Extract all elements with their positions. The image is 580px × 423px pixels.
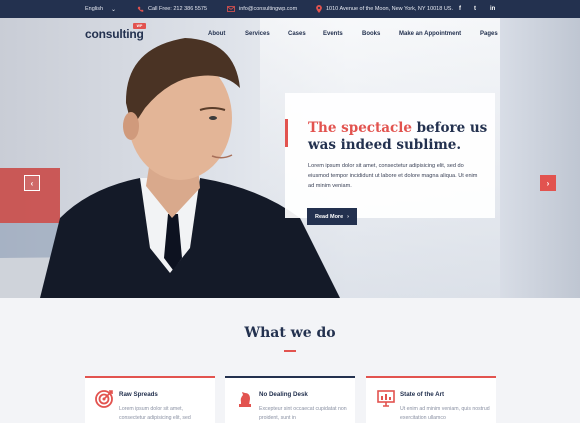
hero-caption-card: The spectacle before us was indeed subli… [285, 93, 495, 218]
facebook-icon: f [459, 6, 461, 12]
section-title-underline [284, 350, 296, 352]
email-text: info@consultingwp.com [239, 6, 298, 12]
logo-badge: WP [133, 23, 146, 29]
address-text: 1010 Avenue of the Moon, New York, NY 10… [326, 6, 453, 12]
linkedin-link[interactable]: in [490, 0, 495, 18]
read-more-button[interactable]: Read More › [307, 208, 357, 225]
feature-title: No Dealing Desk [259, 391, 308, 398]
nav-item-cases[interactable]: Cases [288, 31, 306, 37]
phone-contact: Call Free: 212 386 5575 [137, 0, 207, 18]
email-contact[interactable]: info@consultingwp.com [227, 0, 297, 18]
feature-text: Excepteur sint occaecat cupidatat non pr… [259, 406, 347, 421]
read-more-label: Read More [315, 213, 344, 220]
chevron-left-icon: ‹ [30, 178, 34, 188]
nav-item-make-an-appointment[interactable]: Make an Appointment [399, 31, 461, 37]
card-top-border [366, 376, 496, 378]
feature-text: Lorem ipsum dolor sit amet, consectetur … [119, 406, 191, 421]
hero-title-highlight: The spectacle [308, 120, 412, 136]
chess-knight-icon [239, 392, 251, 407]
logo[interactable]: consulting [85, 27, 144, 41]
facebook-link[interactable]: f [459, 0, 461, 18]
nav-item-about[interactable]: About [208, 31, 225, 37]
nav-item-pages[interactable]: Pages [480, 31, 498, 37]
presentation-chart-icon [377, 390, 395, 407]
phone-text: Call Free: 212 386 5575 [148, 6, 208, 12]
accent-bar [285, 119, 288, 147]
hero-title: The spectacle before us was indeed subli… [308, 120, 488, 154]
slider-prev-button[interactable]: ‹ [24, 175, 40, 191]
feature-title: Raw Spreads [119, 391, 158, 398]
slider-next-button[interactable]: › [540, 175, 556, 191]
top-bar: English ⌄ Call Free: 212 386 5575 info@c… [0, 0, 580, 18]
section-title: What we do [244, 325, 336, 341]
feature-text: Ut enim ad minim veniam, quis nostrud ex… [400, 406, 490, 421]
background-window [500, 18, 580, 298]
twitter-icon: t [474, 6, 476, 12]
chevron-down-icon: ⌄ [111, 6, 117, 13]
nav-item-services[interactable]: Services [245, 31, 270, 37]
location-pin-icon [316, 5, 322, 13]
phone-icon [137, 6, 144, 12]
hero-body: Lorem ipsum dolor sit amet, consectetur … [308, 163, 478, 189]
feature-card[interactable]: Raw Spreads Lorem ipsum dolor sit amet, … [85, 376, 215, 423]
language-selector[interactable]: English ⌄ [85, 0, 116, 18]
twitter-link[interactable]: t [474, 0, 476, 18]
feature-card[interactable]: No Dealing Desk Excepteur sint occaecat … [225, 376, 355, 423]
address-contact: 1010 Avenue of the Moon, New York, NY 10… [316, 0, 453, 18]
linkedin-icon: in [490, 6, 496, 12]
card-top-border [225, 376, 355, 378]
chevron-right-icon: › [347, 213, 349, 220]
chevron-right-icon: › [546, 178, 550, 188]
feature-card[interactable]: State of the Art Ut enim ad minim veniam… [366, 376, 496, 423]
nav-item-events[interactable]: Events [323, 31, 343, 37]
language-label: English [85, 6, 104, 12]
nav-item-books[interactable]: Books [362, 31, 380, 37]
feature-title: State of the Art [400, 391, 445, 398]
mail-icon [227, 6, 235, 12]
target-icon [95, 390, 113, 408]
card-top-border [85, 376, 215, 378]
